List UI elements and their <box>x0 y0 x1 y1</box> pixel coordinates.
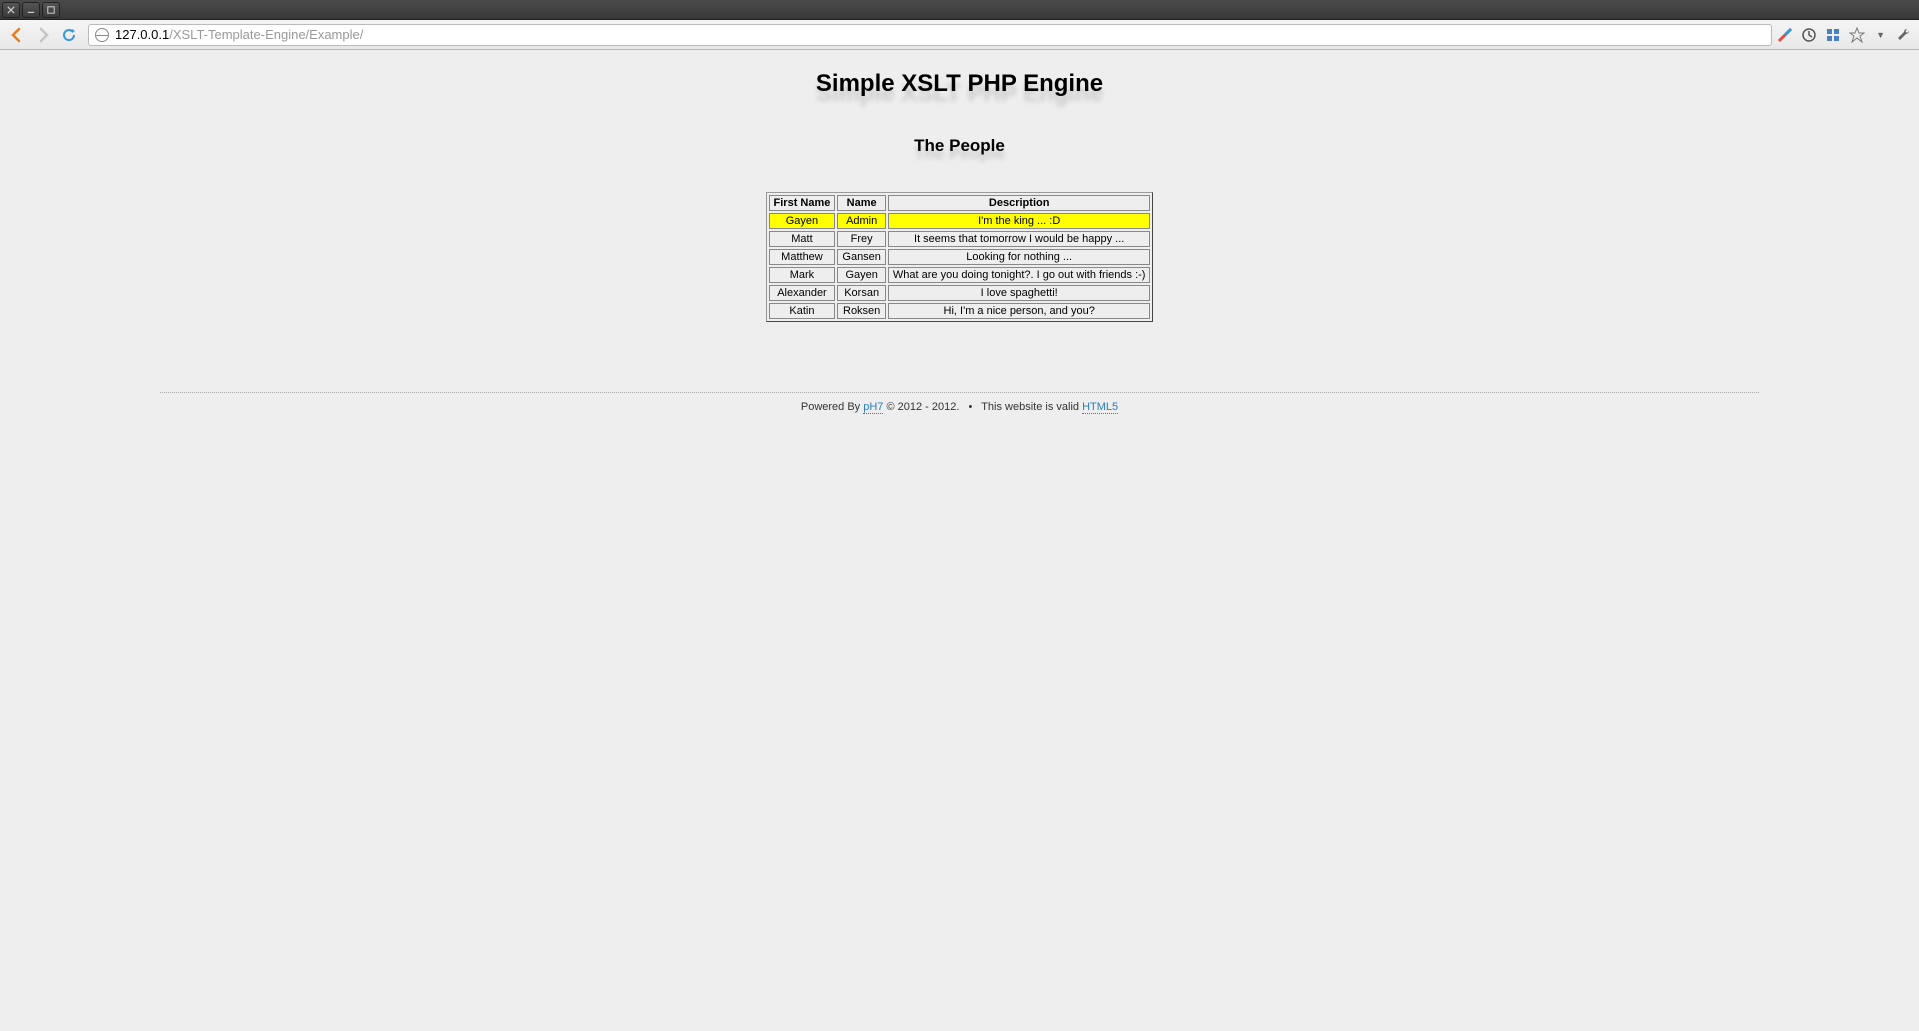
table-row: GayenAdminI'm the king ... :D <box>769 213 1151 229</box>
back-button[interactable] <box>6 24 28 46</box>
people-table: First Name Name Description GayenAdminI'… <box>766 192 1154 322</box>
extension-icon-2[interactable] <box>1800 26 1818 44</box>
table-cell: Katin <box>769 303 836 319</box>
table-cell: Admin <box>837 213 886 229</box>
ph7-link[interactable]: pH7 <box>863 401 883 414</box>
table-cell: Gansen <box>837 249 886 265</box>
wrench-menu-icon[interactable] <box>1895 26 1913 44</box>
page-title: Simple XSLT PHP Engine <box>0 70 1919 98</box>
page-content: Simple XSLT PHP Engine The People First … <box>0 50 1919 433</box>
table-cell: I'm the king ... :D <box>888 213 1151 229</box>
table-cell: It seems that tomorrow I would be happy … <box>888 231 1151 247</box>
url-path: /XSLT-Template-Engine/Example/ <box>169 27 363 42</box>
globe-icon <box>95 28 109 42</box>
copyright-text: © 2012 - 2012. <box>883 401 959 413</box>
toolbar-right: ▼ <box>1776 26 1913 44</box>
valid-label: This website is valid <box>981 401 1082 413</box>
table-cell: Matthew <box>769 249 836 265</box>
window-titlebar: Example to XSLT PHP Tem × <box>0 0 1919 20</box>
browser-toolbar: 127.0.0.1/XSLT-Template-Engine/Example/ … <box>0 20 1919 50</box>
powered-by-label: Powered By <box>801 401 863 413</box>
page-subtitle: The People <box>0 136 1919 156</box>
table-cell: Roksen <box>837 303 886 319</box>
table-cell: Frey <box>837 231 886 247</box>
header-name: Name <box>837 195 886 211</box>
table-cell: Hi, I'm a nice person, and you? <box>888 303 1151 319</box>
reload-button[interactable] <box>58 24 80 46</box>
table-cell: Gayen <box>837 267 886 283</box>
window-close-button[interactable] <box>2 2 20 18</box>
table-cell: Looking for nothing ... <box>888 249 1151 265</box>
header-firstname: First Name <box>769 195 836 211</box>
address-bar[interactable]: 127.0.0.1/XSLT-Template-Engine/Example/ <box>88 24 1772 46</box>
header-description: Description <box>888 195 1151 211</box>
table-cell: What are you doing tonight?. I go out wi… <box>888 267 1151 283</box>
window-controls <box>2 2 62 18</box>
table-cell: Alexander <box>769 285 836 301</box>
extension-icon-3[interactable] <box>1824 26 1842 44</box>
window-minimize-button[interactable] <box>22 2 40 18</box>
extension-icon-1[interactable] <box>1776 26 1794 44</box>
footer-bullet: • <box>968 401 972 413</box>
url-host: 127.0.0.1 <box>115 27 169 42</box>
table-header-row: First Name Name Description <box>769 195 1151 211</box>
table-row: AlexanderKorsanI love spaghetti! <box>769 285 1151 301</box>
table-row: MarkGayenWhat are you doing tonight?. I … <box>769 267 1151 283</box>
table-cell: Matt <box>769 231 836 247</box>
addressbar-dropdown-icon[interactable]: ▼ <box>1872 30 1889 40</box>
table-cell: Korsan <box>837 285 886 301</box>
window-maximize-button[interactable] <box>42 2 60 18</box>
table-cell: I love spaghetti! <box>888 285 1151 301</box>
table-row: MatthewGansenLooking for nothing ... <box>769 249 1151 265</box>
table-cell: Mark <box>769 267 836 283</box>
table-cell: Gayen <box>769 213 836 229</box>
bookmark-star-icon[interactable] <box>1848 26 1866 44</box>
footer: Powered By pH7 © 2012 - 2012. • This web… <box>0 401 1919 413</box>
table-row: KatinRoksenHi, I'm a nice person, and yo… <box>769 303 1151 319</box>
html5-link[interactable]: HTML5 <box>1082 401 1118 414</box>
forward-button[interactable] <box>32 24 54 46</box>
table-row: MattFreyIt seems that tomorrow I would b… <box>769 231 1151 247</box>
footer-divider <box>160 392 1759 393</box>
